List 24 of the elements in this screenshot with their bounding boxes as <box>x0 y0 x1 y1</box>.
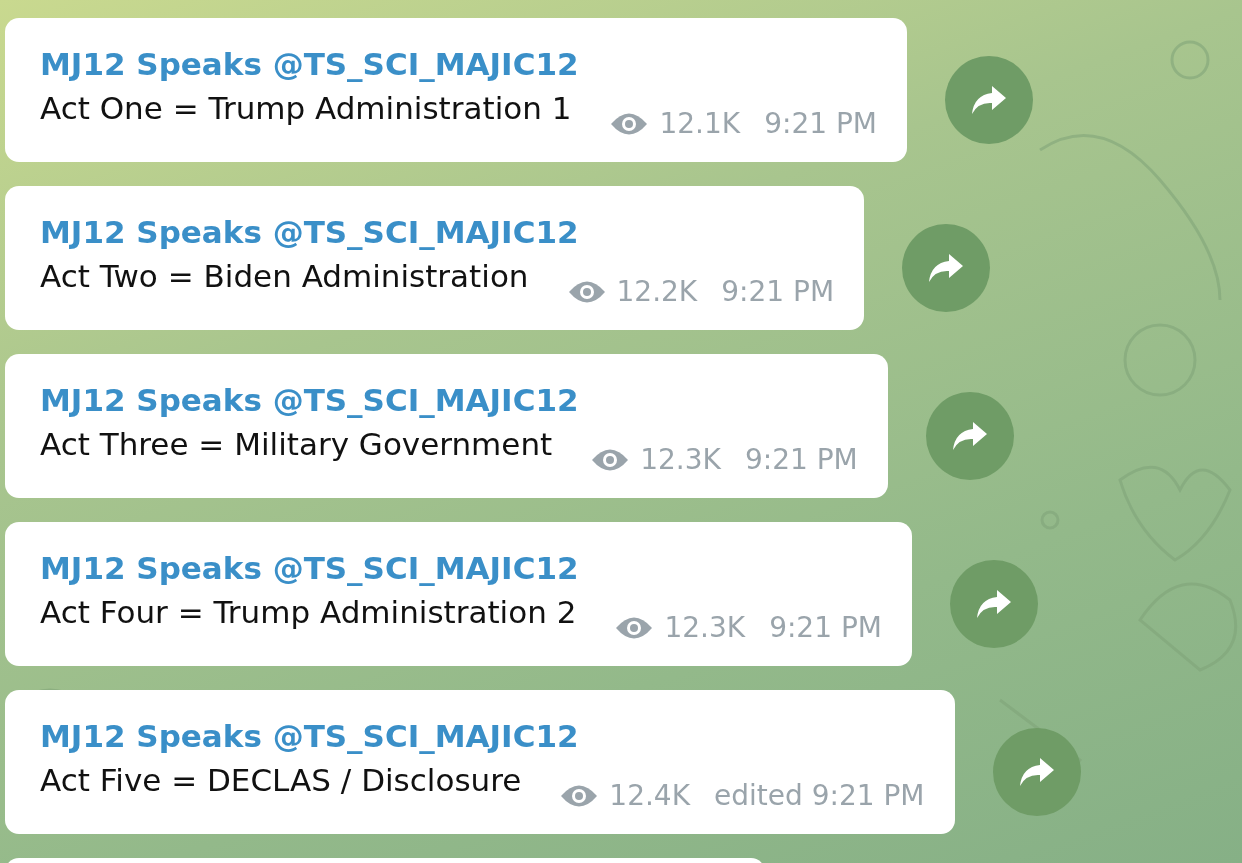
view-count: 12.3K <box>664 611 746 644</box>
share-arrow-icon <box>950 420 989 452</box>
sender-name[interactable]: MJ12 Speaks @TS_SCI_MAJIC12 <box>40 380 858 420</box>
message-text: Act Three = Military Government <box>40 425 553 464</box>
view-count: 12.4K <box>609 779 691 812</box>
message-time: 9:21 PM <box>764 107 877 140</box>
sender-name[interactable]: MJ12 Speaks @TS_SCI_MAJIC12 <box>40 716 925 756</box>
sender-name[interactable]: MJ12 Speaks @TS_SCI_MAJIC12 <box>40 44 877 84</box>
message-text: Act Five = DECLAS / Disclosure <box>40 761 522 800</box>
view-count: 12.3K <box>640 443 721 476</box>
message-text: Act Two = Biden Administration <box>40 257 529 296</box>
message-text: Act Four = Trump Administration 2 <box>40 593 577 632</box>
message-time: 9:21 PM <box>721 275 835 308</box>
share-arrow-icon <box>974 588 1013 620</box>
message-text: Act One = Trump Administration 1 <box>40 89 572 128</box>
share-arrow-icon <box>1017 756 1056 788</box>
view-count: 12.1K <box>659 107 741 140</box>
share-arrow-icon <box>970 84 1008 116</box>
message-time: 9:21 PM <box>744 443 858 476</box>
message-time: edited 9:21 PM <box>714 779 925 812</box>
view-count: 12.2K <box>616 275 698 308</box>
message-time: 9:21 PM <box>769 611 882 644</box>
sender-name[interactable]: MJ12 Speaks @TS_SCI_MAJIC12 <box>40 212 835 252</box>
sender-name[interactable]: MJ12 Speaks @TS_SCI_MAJIC12 <box>40 548 882 588</box>
